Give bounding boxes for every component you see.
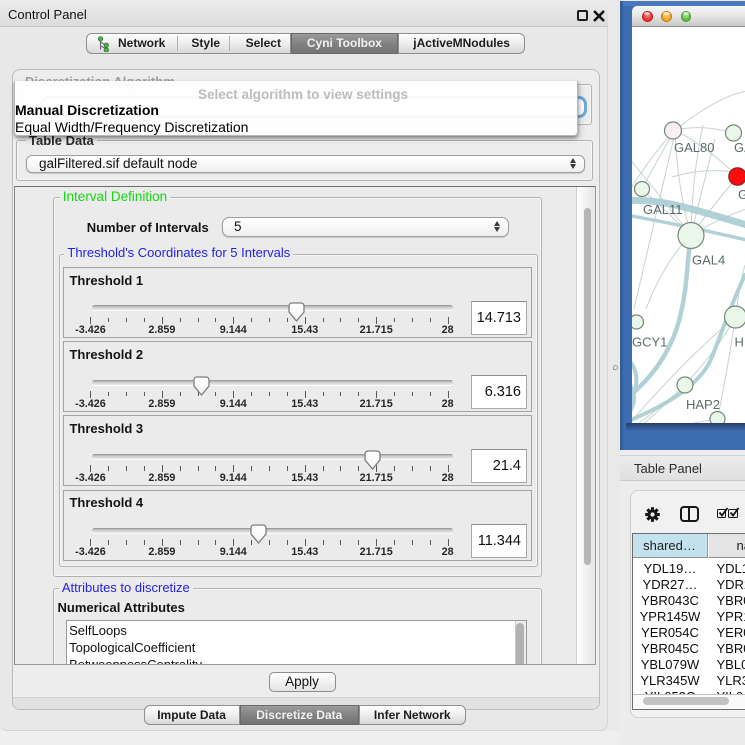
svg-text:H: H (735, 335, 744, 350)
svg-text:GAL80: GAL80 (674, 140, 714, 155)
svg-text:GAL11: GAL11 (643, 202, 683, 217)
svg-text:HAP2: HAP2 (686, 397, 720, 412)
svg-text:G: G (738, 187, 745, 202)
svg-text:GA: GA (734, 140, 745, 155)
svg-text:GCY1: GCY1 (632, 335, 667, 350)
svg-text:GAL4: GAL4 (692, 253, 725, 268)
